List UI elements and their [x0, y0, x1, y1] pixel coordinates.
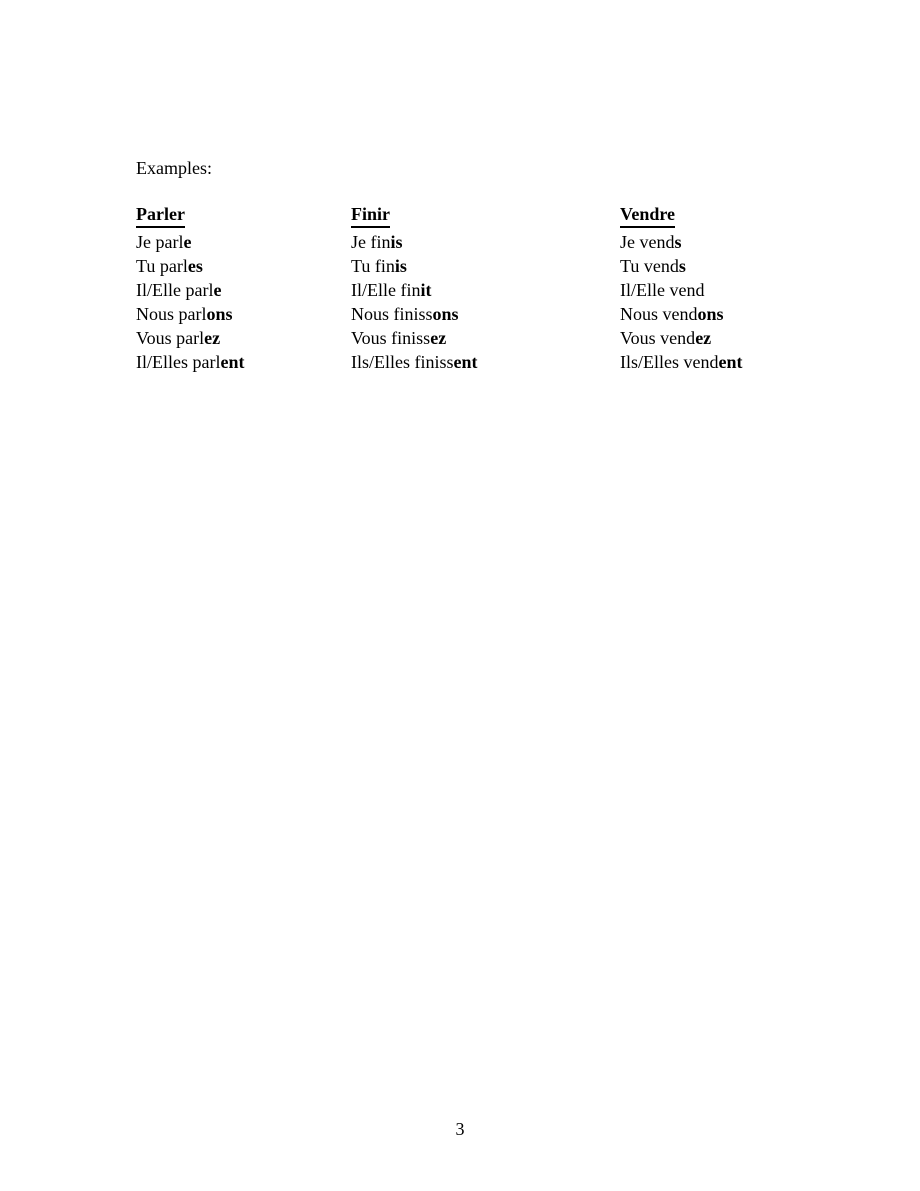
conjugation-stem: Il/Elles parl [136, 352, 221, 372]
page-content: Examples: Parler Je parle Tu parles Il/E… [136, 156, 836, 374]
conjugation-table: Parler Je parle Tu parles Il/Elle parle … [136, 202, 836, 374]
verb-heading-parler: Parler [136, 202, 185, 228]
conjugation-stem: Tu vend [620, 256, 679, 276]
conjugation-stem: Vous parl [136, 328, 205, 348]
conjugation-row: Je vends [620, 230, 836, 254]
conjugation-column-parler: Parler Je parle Tu parles Il/Elle parle … [136, 202, 351, 374]
conjugation-row: Tu parles [136, 254, 351, 278]
verb-heading-vendre: Vendre [620, 202, 676, 228]
conjugation-stem: Je fin [351, 232, 391, 252]
document-page: Examples: Parler Je parle Tu parles Il/E… [0, 0, 920, 1191]
conjugation-stem: Il/Elle vend [620, 280, 705, 300]
conjugation-stem: Il/Elle fin [351, 280, 421, 300]
conjugation-stem: Ils/Elles finiss [351, 352, 454, 372]
conjugation-row: Ils/Elles vendent [620, 350, 836, 374]
conjugation-column-finir: Finir Je finis Tu finis Il/Elle finit No… [351, 202, 620, 374]
conjugation-ending: ez [430, 328, 447, 348]
conjugation-row: Vous finissez [351, 326, 620, 350]
conjugation-stem: Tu fin [351, 256, 395, 276]
conjugation-ending: ons [432, 304, 459, 324]
conjugation-ending: ent [718, 352, 743, 372]
conjugation-row: Je parle [136, 230, 351, 254]
conjugation-row: Vous parlez [136, 326, 351, 350]
conjugation-stem: Il/Elle parl [136, 280, 214, 300]
conjugation-stem: Vous finiss [351, 328, 431, 348]
conjugation-row: Il/Elle parle [136, 278, 351, 302]
conjugation-stem: Nous vend [620, 304, 698, 324]
conjugation-ending: e [213, 280, 222, 300]
conjugation-ending: is [390, 232, 403, 252]
conjugation-column-vendre: Vendre Je vends Tu vends Il/Elle vend No… [620, 202, 836, 374]
conjugation-row: Je finis [351, 230, 620, 254]
conjugation-ending: it [420, 280, 432, 300]
conjugation-stem: Ils/Elles vend [620, 352, 719, 372]
conjugation-stem: Nous finiss [351, 304, 433, 324]
conjugation-row: Nous vendons [620, 302, 836, 326]
page-number: 3 [455, 1119, 465, 1139]
conjugation-stem: Nous parl [136, 304, 207, 324]
conjugation-ending: e [183, 232, 192, 252]
conjugation-row: Nous parlons [136, 302, 351, 326]
conjugation-ending: is [394, 256, 407, 276]
conjugation-ending: ent [453, 352, 478, 372]
conjugation-row: Il/Elle finit [351, 278, 620, 302]
conjugation-row: Vous vendez [620, 326, 836, 350]
conjugation-stem: Je vend [620, 232, 675, 252]
conjugation-ending: ons [697, 304, 724, 324]
conjugation-row: Tu vends [620, 254, 836, 278]
conjugation-ending: ons [206, 304, 233, 324]
conjugation-ending: s [674, 232, 682, 252]
examples-label: Examples: [136, 158, 212, 178]
conjugation-stem: Vous vend [620, 328, 696, 348]
conjugation-ending: ez [204, 328, 221, 348]
conjugation-row: Il/Elles parlent [136, 350, 351, 374]
conjugation-row: Tu finis [351, 254, 620, 278]
verb-heading-finir: Finir [351, 202, 390, 228]
conjugation-ending: es [187, 256, 203, 276]
conjugation-stem: Tu parl [136, 256, 188, 276]
conjugation-ending: s [678, 256, 686, 276]
conjugation-row: Ils/Elles finissent [351, 350, 620, 374]
conjugation-stem: Je parl [136, 232, 184, 252]
conjugation-ending: ent [220, 352, 245, 372]
conjugation-ending: ez [695, 328, 712, 348]
conjugation-row: Nous finissons [351, 302, 620, 326]
conjugation-row: Il/Elle vend [620, 278, 836, 302]
